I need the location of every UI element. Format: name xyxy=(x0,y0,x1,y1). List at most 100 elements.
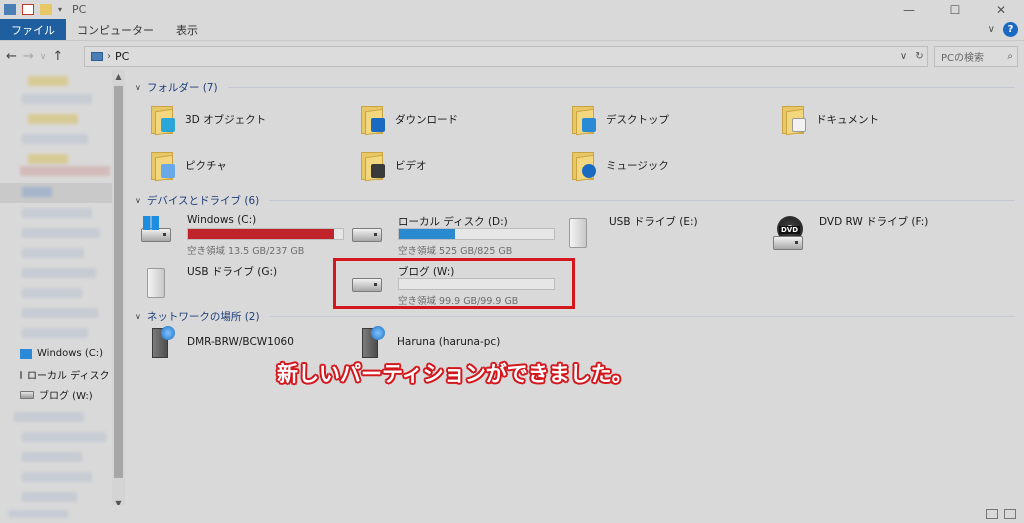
blurred-item xyxy=(28,76,68,86)
expand-ribbon-icon[interactable]: ∨ xyxy=(988,24,995,35)
divider xyxy=(269,316,1015,317)
folder-item[interactable]: ミュージック xyxy=(570,148,669,182)
folder-item[interactable]: ドキュメント xyxy=(780,102,879,136)
blurred-item xyxy=(22,452,82,462)
drive-item-d[interactable]: ローカル ディスク (D:) 空き領域 525 GB/825 GB xyxy=(340,212,555,257)
selected-nav-item[interactable] xyxy=(0,183,112,203)
quick-access-toolbar: ▾ xyxy=(0,4,62,15)
drive-icon xyxy=(20,370,22,379)
collapse-icon[interactable]: ∨ xyxy=(135,312,141,321)
address-history-icon[interactable]: ∨ xyxy=(895,51,911,62)
collapse-icon[interactable]: ∨ xyxy=(135,83,141,92)
blurred-item xyxy=(22,248,84,258)
blurred-item xyxy=(22,208,92,218)
tab-view[interactable]: 表示 xyxy=(165,19,209,40)
sidebar-item-windows-c[interactable]: Windows (C:) xyxy=(20,348,115,359)
up-arrow-icon[interactable]: ↑ xyxy=(52,49,63,64)
details-view-icon[interactable] xyxy=(986,509,998,519)
blurred-item xyxy=(22,134,88,144)
navigation-scrollbar[interactable]: ▲ ▼ xyxy=(112,70,125,510)
drive-usage-bar xyxy=(398,228,555,240)
drive-name: DVD RW ドライブ (F:) xyxy=(819,216,929,228)
highlight-box xyxy=(333,258,575,309)
network-pc-icon xyxy=(359,324,389,360)
drive-name: USB ドライブ (G:) xyxy=(187,266,278,278)
folder-item[interactable]: ダウンロード xyxy=(359,102,458,136)
folder-label: ダウンロード xyxy=(395,113,458,126)
pc-icon xyxy=(4,4,16,15)
folder-item[interactable]: デスクトップ xyxy=(570,102,669,136)
folder-label: ビデオ xyxy=(395,159,427,172)
collapse-icon[interactable]: ∨ xyxy=(135,196,141,205)
pictures-folder-icon xyxy=(149,148,179,182)
3d-objects-folder-icon xyxy=(149,102,179,136)
customize-toolbar-icon[interactable]: ▾ xyxy=(58,5,62,14)
music-folder-icon xyxy=(570,148,600,182)
sidebar-item-local-disk-d[interactable]: ローカル ディスク (D xyxy=(20,367,115,382)
folder-item[interactable]: ビデオ xyxy=(359,148,427,182)
back-arrow-icon[interactable]: ← xyxy=(6,49,17,64)
drive-item-e[interactable]: USB ドライブ (E:) xyxy=(551,212,761,256)
content-pane: ∨ フォルダー (7) 3D オブジェクト ダウンロード デスクトップ ドキュメ… xyxy=(127,70,1024,510)
blurred-item xyxy=(20,166,110,176)
documents-folder-icon xyxy=(780,102,810,136)
search-placeholder: PCの検索 xyxy=(941,53,985,64)
forward-arrow-icon[interactable]: → xyxy=(23,49,34,64)
new-folder-icon[interactable] xyxy=(40,4,52,15)
drive-free-space: 空き領域 13.5 GB/237 GB xyxy=(187,246,305,257)
folder-label: ピクチャ xyxy=(185,159,227,172)
properties-icon[interactable] xyxy=(22,4,34,15)
scrollbar-thumb[interactable] xyxy=(114,86,123,478)
group-title: フォルダー (7) xyxy=(146,82,218,94)
refresh-icon[interactable]: ↻ xyxy=(911,51,927,62)
divider xyxy=(269,200,1015,201)
network-label: Haruna (haruna-pc) xyxy=(397,336,501,348)
tab-file[interactable]: ファイル xyxy=(0,19,66,40)
hard-drive-icon xyxy=(352,222,382,244)
item-count xyxy=(8,510,68,518)
close-button[interactable]: ✕ xyxy=(978,0,1024,19)
blurred-item xyxy=(22,228,100,238)
downloads-folder-icon xyxy=(359,102,389,136)
drive-icon xyxy=(20,390,34,399)
status-bar xyxy=(0,505,1024,523)
window-controls: — ☐ ✕ xyxy=(886,0,1024,19)
navigation-buttons: ← → ∨ ↑ xyxy=(0,49,63,64)
drive-usage-fill xyxy=(399,229,456,239)
search-icon[interactable]: ⌕ xyxy=(1007,51,1013,62)
drive-item-c[interactable]: Windows (C:) 空き領域 13.5 GB/237 GB xyxy=(129,212,344,257)
breadcrumb-pc[interactable]: PC xyxy=(115,50,129,63)
minimize-button[interactable]: — xyxy=(886,0,932,19)
address-bar[interactable]: › PC ∨ ↻ xyxy=(84,46,928,67)
usb-drive-icon xyxy=(563,218,593,248)
folder-item[interactable]: ピクチャ xyxy=(149,148,227,182)
large-icons-view-icon[interactable] xyxy=(1004,509,1016,519)
folder-label: ミュージック xyxy=(606,159,669,172)
search-box[interactable]: PCの検索 ⌕ xyxy=(934,46,1018,67)
network-item[interactable]: DMR-BRW/BCW1060 xyxy=(149,324,294,360)
dvd-drive-icon: DVD xyxy=(773,216,803,250)
recent-locations-icon[interactable]: ∨ xyxy=(40,52,47,62)
help-icon[interactable]: ? xyxy=(1003,22,1018,37)
sidebar-item-blog-w[interactable]: ブログ (W:) xyxy=(20,387,115,402)
drive-item-f[interactable]: DVD DVD RW ドライブ (F:) xyxy=(761,212,971,256)
group-header-network[interactable]: ∨ ネットワークの場所 (2) xyxy=(135,309,1015,324)
group-header-devices[interactable]: ∨ デバイスとドライブ (6) xyxy=(135,193,1015,208)
sidebar-item-label: Windows (C:) xyxy=(37,348,103,359)
scroll-up-icon[interactable]: ▲ xyxy=(112,70,125,83)
group-header-folders[interactable]: ∨ フォルダー (7) xyxy=(135,80,1015,95)
sidebar-item-label: ローカル ディスク (D xyxy=(27,371,115,382)
tab-computer[interactable]: コンピューター xyxy=(66,19,165,40)
blurred-item xyxy=(22,268,96,278)
network-item[interactable]: Haruna (haruna-pc) xyxy=(359,324,500,360)
group-title: ネットワークの場所 (2) xyxy=(146,311,260,323)
drive-usage-fill xyxy=(188,229,335,239)
windows-drive-icon xyxy=(141,216,171,244)
folder-item[interactable]: 3D オブジェクト xyxy=(149,102,266,136)
blurred-item xyxy=(28,114,78,124)
drive-item-g[interactable]: USB ドライブ (G:) xyxy=(129,262,339,306)
annotation-text: 新しいパーティションができました。 xyxy=(277,362,633,386)
network-device-icon xyxy=(149,324,179,360)
breadcrumb-separator-icon[interactable]: › xyxy=(107,51,111,62)
maximize-button[interactable]: ☐ xyxy=(932,0,978,19)
